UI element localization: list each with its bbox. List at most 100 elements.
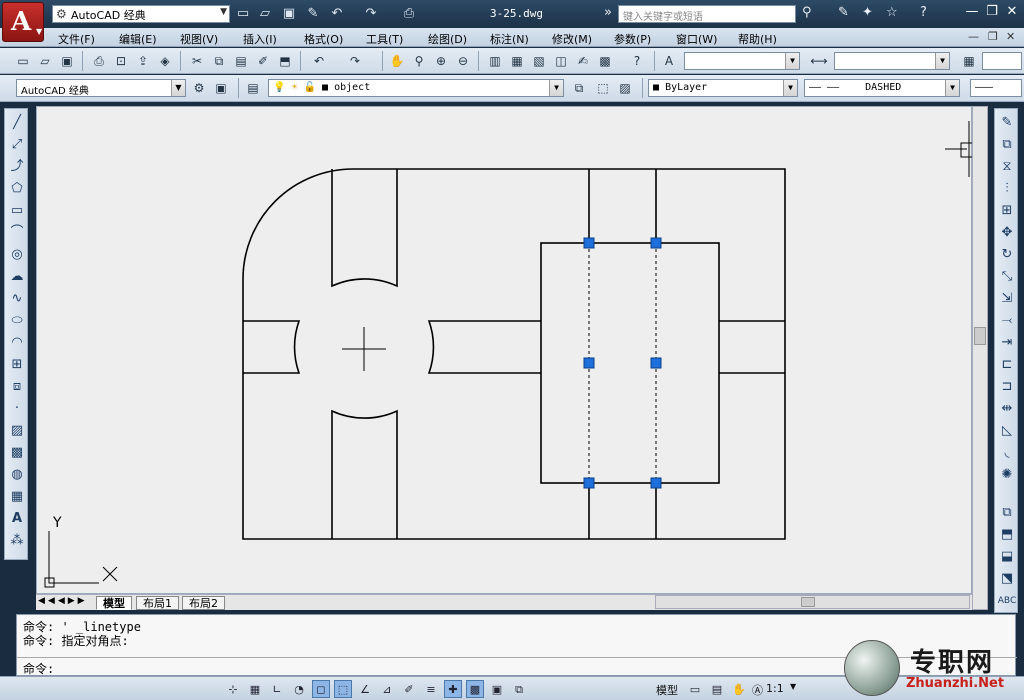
revision-cloud-icon[interactable]: ☁	[7, 267, 27, 287]
scroll-thumb[interactable]	[801, 597, 815, 607]
grip-handle[interactable]	[583, 477, 595, 489]
explode-icon[interactable]: ✺	[997, 465, 1017, 485]
arc-icon[interactable]: ⌒	[7, 223, 27, 243]
object-snap-tracking-icon[interactable]: ∠	[356, 680, 374, 698]
linetype-combo[interactable]: —— —— DASHED ▼	[804, 79, 960, 97]
cut-icon[interactable]: ✂	[188, 52, 206, 70]
menu-draw[interactable]: 绘图(D)	[428, 31, 467, 47]
workspace-combo[interactable]: AutoCAD 经典 ▼	[16, 79, 186, 97]
copy-object-icon[interactable]: ⧉	[997, 135, 1017, 155]
ducs-icon[interactable]: ⊿	[378, 680, 396, 698]
text-to-front-icon[interactable]: ABC	[997, 591, 1017, 611]
save-icon[interactable]: ▣	[280, 5, 298, 23]
design-center-icon[interactable]: ▦	[508, 52, 526, 70]
markup-icon[interactable]: ✍	[574, 52, 592, 70]
mirror-icon[interactable]: ⧖	[997, 157, 1017, 177]
chevron-down-icon[interactable]: ▼	[790, 682, 796, 691]
open-folder-icon[interactable]: ▱	[256, 5, 274, 23]
dim-style-icon[interactable]: ⟷	[810, 52, 828, 70]
block-editor-icon[interactable]: ⬒	[276, 52, 294, 70]
layer-previous-icon[interactable]: ⬚	[594, 79, 612, 97]
mdi-minimize-button[interactable]: —	[968, 30, 979, 43]
transparency-icon[interactable]: ✚	[444, 680, 462, 698]
fillet-icon[interactable]: ◟	[997, 443, 1017, 463]
make-block-icon[interactable]: ⧈	[7, 377, 27, 397]
search-input[interactable]: 键入关键字或短语	[618, 5, 796, 23]
undo-icon[interactable]: ↶	[310, 52, 328, 70]
array-icon[interactable]: ⊞	[997, 201, 1017, 221]
rotate-icon[interactable]: ↻	[997, 245, 1017, 265]
ellipse-icon[interactable]: ⬭	[7, 311, 27, 331]
color-combo[interactable]: ■ ByLayer ▼	[648, 79, 798, 97]
pan-icon[interactable]: ✋	[730, 680, 748, 698]
lineweight-icon[interactable]: ≡	[422, 680, 440, 698]
3d-object-snap-icon[interactable]: ⬚	[334, 680, 352, 698]
table-style-icon[interactable]: ▦	[960, 52, 978, 70]
chamfer-icon[interactable]: ◺	[997, 421, 1017, 441]
menu-window[interactable]: 窗口(W)	[676, 31, 717, 47]
close-button[interactable]: ✕	[1002, 4, 1022, 22]
print-preview-icon[interactable]: ⊡	[112, 52, 130, 70]
annotation-monitor-icon[interactable]: ⧉	[510, 680, 528, 698]
model-space-label[interactable]: 模型	[656, 682, 678, 698]
save-icon[interactable]: ▣	[58, 52, 76, 70]
ortho-mode-icon[interactable]: ∟	[268, 680, 286, 698]
mdi-restore-button[interactable]: ❐	[988, 30, 998, 43]
construction-line-icon[interactable]: ⤢	[7, 135, 27, 155]
redo-icon[interactable]: ↷	[346, 52, 364, 70]
bring-to-front-icon[interactable]: ⬒	[997, 525, 1017, 545]
spline-icon[interactable]: ∿	[7, 289, 27, 309]
extend-icon[interactable]: ⇥	[997, 333, 1017, 353]
table-icon[interactable]: ▦	[7, 487, 27, 507]
workspace-switcher[interactable]: ⚙ AutoCAD 经典 ▼	[52, 5, 230, 23]
3d-print-icon[interactable]: ◈	[156, 52, 174, 70]
scale-icon[interactable]: ⤡	[997, 267, 1017, 287]
menu-view[interactable]: 视图(V)	[180, 31, 218, 47]
print-icon[interactable]: ⎙	[90, 52, 108, 70]
circle-icon[interactable]: ◎	[7, 245, 27, 265]
bring-above-icon[interactable]: ⬔	[997, 569, 1017, 589]
menu-parametric[interactable]: 参数(P)	[614, 31, 651, 47]
layer-state-icon[interactable]: ▨	[616, 79, 634, 97]
customize-icon[interactable]: ▣	[212, 79, 230, 97]
selection-cycling-icon[interactable]: ▣	[488, 680, 506, 698]
pan-icon[interactable]: ✋	[388, 52, 406, 70]
menu-file[interactable]: 文件(F)	[58, 31, 95, 47]
application-menu-button[interactable]: A ▼	[2, 2, 44, 42]
hatch-icon[interactable]: ▨	[7, 421, 27, 441]
text-style-combo[interactable]: ▼	[684, 52, 800, 70]
help-icon[interactable]: ?	[628, 52, 646, 70]
snap-mode-icon[interactable]: ⊹	[224, 680, 242, 698]
new-file-icon[interactable]: ▭	[14, 52, 32, 70]
break-at-point-icon[interactable]: ⊏	[997, 355, 1017, 375]
print-icon[interactable]: ⎙	[400, 5, 418, 23]
insert-block-icon[interactable]: ⊞	[7, 355, 27, 375]
zoom-previous-icon[interactable]: ⊖	[454, 52, 472, 70]
join-icon[interactable]: ⇹	[997, 399, 1017, 419]
menu-help[interactable]: 帮助(H)	[738, 31, 777, 47]
new-file-icon[interactable]: ▭	[234, 5, 252, 23]
stretch-icon[interactable]: ⇲	[997, 289, 1017, 309]
table-style-combo[interactable]	[982, 52, 1022, 70]
menu-modify[interactable]: 修改(M)	[552, 31, 592, 47]
horizontal-scrollbar[interactable]	[655, 595, 970, 609]
add-selected-icon[interactable]: ⁂	[7, 531, 27, 551]
polygon-icon[interactable]: ⬠	[7, 179, 27, 199]
wrench-icon[interactable]: ✎	[838, 5, 849, 20]
grip-handle[interactable]	[650, 237, 662, 249]
trim-icon[interactable]: ⤙	[997, 311, 1017, 331]
line-icon[interactable]: ╱	[7, 113, 27, 133]
rectangle-icon[interactable]: ▭	[7, 201, 27, 221]
grip-handle[interactable]	[650, 357, 662, 369]
object-snap-icon[interactable]: ◻	[312, 680, 330, 698]
grid-display-icon[interactable]: ▦	[246, 680, 264, 698]
vertical-scrollbar[interactable]	[972, 106, 988, 610]
zoom-realtime-icon[interactable]: ⚲	[410, 52, 428, 70]
expand-icon[interactable]: »	[604, 5, 612, 20]
annotation-scale[interactable]: 1:1	[766, 682, 784, 695]
quick-view-layouts-icon[interactable]: ▭	[686, 680, 704, 698]
drawing-canvas[interactable]: Y	[36, 106, 1004, 594]
offset-icon[interactable]: ⫶	[997, 179, 1017, 199]
dim-style-combo[interactable]: ▼	[834, 52, 950, 70]
polyline-icon[interactable]: ⤴	[7, 157, 27, 177]
